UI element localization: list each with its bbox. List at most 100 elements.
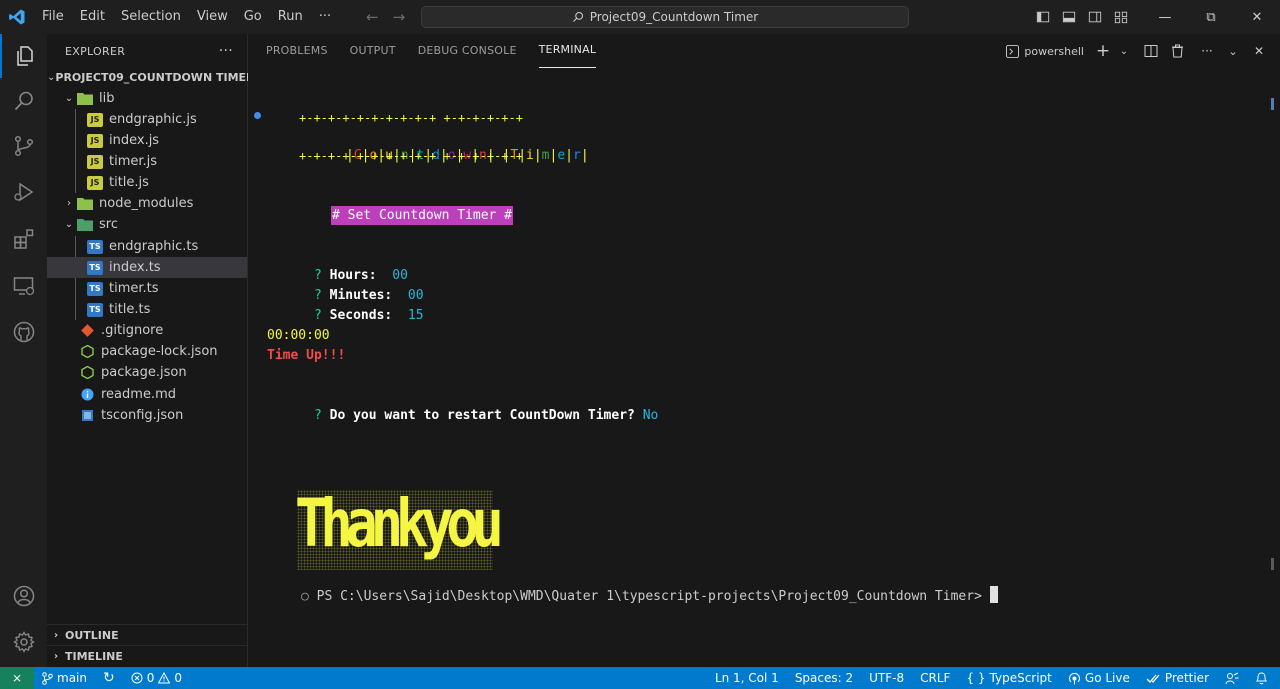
customize-layout-icon[interactable] — [1108, 0, 1134, 34]
explorer-title: EXPLORER — [65, 44, 126, 58]
run-debug-icon[interactable] — [0, 170, 47, 214]
tree-file-package-json[interactable]: package.json — [47, 362, 247, 383]
go-live-button[interactable]: Go Live — [1060, 667, 1138, 689]
github-icon[interactable] — [0, 310, 47, 354]
tree-file-timer-ts[interactable]: TS timer.ts — [47, 278, 247, 299]
panel-more-button[interactable]: ··· — [1196, 34, 1218, 68]
explorer-files-icon[interactable] — [0, 34, 47, 78]
branch-name: main — [57, 671, 87, 685]
question-mark: ? — [313, 308, 322, 323]
notifications-bell-icon[interactable] — [1247, 667, 1280, 689]
tree-file-index-ts[interactable]: TS index.ts — [47, 257, 247, 278]
accounts-icon[interactable] — [0, 574, 47, 618]
explorer-more-button[interactable]: ··· — [219, 43, 233, 59]
tree-file-title-js[interactable]: JS title.js — [47, 172, 247, 193]
forward-arrow-icon[interactable]: → — [393, 8, 406, 26]
command-decoration-blue — [254, 112, 261, 119]
outline-section[interactable]: › OUTLINE — [47, 624, 247, 646]
minimize-button[interactable]: — — [1142, 0, 1188, 34]
command-center-label: Project09_Countdown Timer — [589, 10, 759, 24]
terminal-shell-selector[interactable]: powershell — [1006, 34, 1084, 68]
kill-terminal-trash-icon[interactable] — [1166, 34, 1188, 68]
close-panel-button[interactable]: ✕ — [1248, 34, 1270, 68]
command-decoration-circle-icon: ○ — [300, 589, 309, 604]
maximize-panel-chevron-icon[interactable]: ⌄ — [1222, 34, 1244, 68]
tree-folder-src[interactable]: ⌄ src — [47, 214, 247, 235]
sync-button[interactable]: ↻ — [95, 667, 123, 689]
extensions-icon[interactable] — [0, 217, 47, 261]
tree-file-timer-js[interactable]: JS timer.js — [47, 151, 247, 172]
indentation[interactable]: Spaces: 2 — [787, 667, 861, 689]
tree-file-readme-md[interactable]: readme.md — [47, 384, 247, 405]
source-control-icon[interactable] — [0, 124, 47, 168]
launch-profile-chevron-icon[interactable]: ⌄ — [1118, 34, 1130, 68]
terminal-icon — [1006, 44, 1020, 58]
accounts-status-icon[interactable] — [1217, 667, 1247, 689]
tree-item-label: lib — [99, 91, 115, 106]
tree-file-gitignore[interactable]: .gitignore — [47, 320, 247, 341]
tab-terminal[interactable]: TERMINAL — [538, 34, 597, 68]
question-mark: ? — [313, 408, 322, 423]
time-display: 00:00:00 — [267, 328, 330, 343]
tree-file-package-lock-json[interactable]: package-lock.json — [47, 341, 247, 362]
thankyou-ascii-art: Thankyou — [295, 482, 504, 570]
toggle-panel-icon[interactable] — [1056, 0, 1082, 34]
encoding[interactable]: UTF-8 — [861, 667, 912, 689]
timeline-section[interactable]: › TIMELINE — [47, 645, 247, 667]
tab-output[interactable]: OUTPUT — [350, 34, 396, 68]
remote-indicator-icon[interactable]: ⨯ — [0, 667, 34, 689]
typescript-file-icon: TS — [87, 281, 103, 296]
broadcast-icon — [1068, 672, 1080, 684]
tree-folder-lib[interactable]: ⌄ lib — [47, 88, 247, 109]
end-of-line[interactable]: CRLF — [912, 667, 958, 689]
tree-item-label: index.ts — [109, 260, 161, 275]
menu-file[interactable]: File — [34, 0, 72, 34]
nodejs-file-icon — [79, 345, 95, 359]
menu-selection[interactable]: Selection — [113, 0, 189, 34]
double-check-icon — [1146, 674, 1160, 683]
new-terminal-button[interactable]: + — [1092, 34, 1114, 68]
explorer-sidebar: EXPLORER ··· ⌄ PROJECT09_COUNTDOWN TIMER… — [47, 34, 255, 667]
banner-letter: r — [572, 148, 581, 163]
manage-gear-icon[interactable] — [0, 620, 47, 664]
tab-debug-console[interactable]: DEBUG CONSOLE — [418, 34, 517, 68]
tree-item-label: timer.js — [109, 154, 158, 169]
chevron-down-icon: ⌄ — [64, 219, 74, 230]
menu-more[interactable]: ··· — [311, 0, 339, 34]
menu-view[interactable]: View — [189, 0, 236, 34]
tree-item-label: package.json — [101, 365, 187, 380]
menu-edit[interactable]: Edit — [72, 0, 113, 34]
tree-file-tsconfig-json[interactable]: tsconfig.json — [47, 405, 247, 426]
command-center-search[interactable]: Project09_Countdown Timer — [421, 6, 909, 28]
terminal-scrollbar[interactable] — [1271, 98, 1274, 110]
folder-icon — [77, 197, 93, 211]
menu-run[interactable]: Run — [270, 0, 311, 34]
tree-folder-node-modules[interactable]: › node_modules — [47, 193, 247, 214]
prettier-button[interactable]: Prettier — [1138, 667, 1217, 689]
menu-go[interactable]: Go — [236, 0, 270, 34]
tree-file-index-js[interactable]: JS index.js — [47, 130, 247, 151]
restore-button[interactable]: ⧉ — [1188, 0, 1234, 34]
tree-item-label: title.js — [109, 175, 149, 190]
tree-file-endgraphic-ts[interactable]: TS endgraphic.ts — [47, 236, 247, 257]
tree-file-title-ts[interactable]: TS title.ts — [47, 299, 247, 320]
toggle-primary-sidebar-icon[interactable] — [1030, 0, 1056, 34]
ps-prompt-line[interactable]: ○ PS C:\Users\Sajid\Desktop\WMD\Quater 1… — [254, 566, 998, 627]
split-terminal-icon[interactable] — [1140, 34, 1162, 68]
tab-problems[interactable]: PROBLEMS — [266, 34, 328, 68]
back-arrow-icon[interactable]: ← — [366, 8, 379, 26]
remote-explorer-icon[interactable] — [0, 264, 47, 308]
git-branch[interactable]: main — [34, 667, 95, 689]
toggle-secondary-sidebar-icon[interactable] — [1082, 0, 1108, 34]
cursor-position[interactable]: Ln 1, Col 1 — [707, 667, 787, 689]
language-mode[interactable]: { } TypeScript — [958, 667, 1059, 689]
title-bar: File Edit Selection View Go Run ··· ← → … — [0, 0, 1280, 34]
banner-border-top: +-+-+-+-+-+-+-+-+-+ +-+-+-+-+-+ — [299, 111, 523, 125]
tree-item-label: .gitignore — [101, 323, 164, 338]
tree-file-endgraphic-js[interactable]: JS endgraphic.js — [47, 109, 247, 130]
search-icon[interactable] — [0, 79, 47, 123]
close-window-button[interactable]: ✕ — [1234, 0, 1280, 34]
problems-indicator[interactable]: 0 0 — [123, 667, 190, 689]
project-root-row[interactable]: ⌄ PROJECT09_COUNTDOWN TIMER — [47, 67, 255, 88]
tree-item-label: node_modules — [99, 196, 194, 211]
